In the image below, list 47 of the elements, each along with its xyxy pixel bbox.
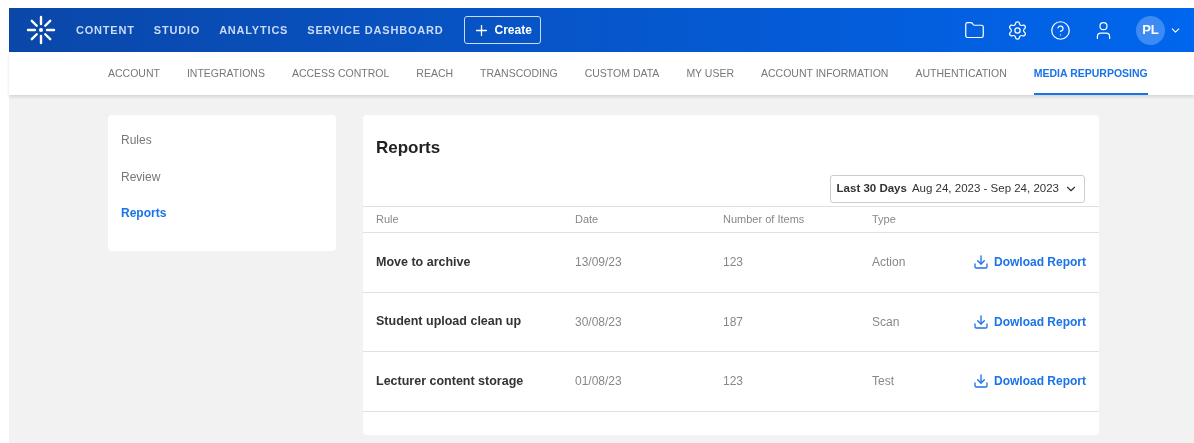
create-button[interactable]: Create	[463, 16, 541, 44]
sidebar-item[interactable]: Reports	[108, 204, 336, 241]
tab[interactable]: REACH	[416, 52, 454, 95]
tab[interactable]: CUSTOM DATA	[584, 52, 660, 95]
table-cell-text: Student upload clean up	[376, 313, 523, 331]
nav-link[interactable]: SERVICE DASHBOARD	[307, 21, 444, 39]
tab[interactable]: INTEGRATIONS	[186, 52, 265, 95]
folder-icon[interactable]	[964, 19, 985, 41]
settings-icon[interactable]	[1007, 19, 1028, 41]
download-icon	[973, 313, 989, 330]
table-cell-text: Move to archive	[376, 253, 472, 271]
tab[interactable]: ACCESS CONTROL	[291, 52, 390, 95]
table-cell-text: 13/09/23	[575, 254, 623, 272]
nav-link[interactable]: CONTENT	[76, 21, 135, 39]
help-icon[interactable]	[1050, 19, 1071, 41]
date-range-dropdown[interactable]: Last 30 Days Aug 24, 2023 - Sep 24, 2023	[829, 174, 1085, 203]
tab[interactable]: MY USER	[686, 52, 735, 95]
table-cell-text: 187	[723, 313, 745, 331]
logo-icon[interactable]	[26, 15, 56, 45]
tab[interactable]: ACCOUNT INFORMATION	[761, 52, 889, 95]
nav-link[interactable]: STUDIO	[153, 21, 201, 39]
column-header: Type	[872, 212, 897, 228]
table-cell-text: 01/08/23	[575, 373, 623, 391]
table-cell-text: Test	[872, 373, 895, 391]
column-header: Rule	[376, 212, 400, 228]
sidebar-item[interactable]: Rules	[108, 131, 336, 168]
tab[interactable]: MEDIA REPURPOSING	[1033, 52, 1148, 95]
download-icon	[973, 373, 989, 390]
sidebar-item[interactable]: Review	[108, 167, 336, 204]
table-cell-text: 30/08/23	[575, 313, 623, 331]
column-header: Number of Items	[723, 212, 806, 228]
download-link[interactable]: Dowload Report	[973, 372, 1086, 391]
page-title: Reports	[376, 137, 442, 159]
table-cell-text: Lecturer content storage	[376, 372, 525, 390]
download-icon	[973, 254, 989, 271]
table-cell-text: 123	[723, 254, 745, 272]
tab[interactable]: ACCOUNT	[108, 52, 160, 95]
tab[interactable]: AUTHENTICATION	[915, 52, 1007, 95]
tab[interactable]: TRANSCODING	[480, 52, 558, 95]
nav-link[interactable]: ANALYTICS	[219, 21, 289, 39]
avatar[interactable]: PL	[1136, 15, 1165, 45]
column-header: Date	[575, 212, 600, 228]
download-link[interactable]: Dowload Report	[973, 253, 1086, 272]
table-cell-text: Action	[872, 254, 907, 272]
table-cell-text: 123	[723, 373, 745, 391]
download-link[interactable]: Dowload Report	[973, 312, 1086, 331]
table-cell-text: Scan	[872, 313, 901, 331]
